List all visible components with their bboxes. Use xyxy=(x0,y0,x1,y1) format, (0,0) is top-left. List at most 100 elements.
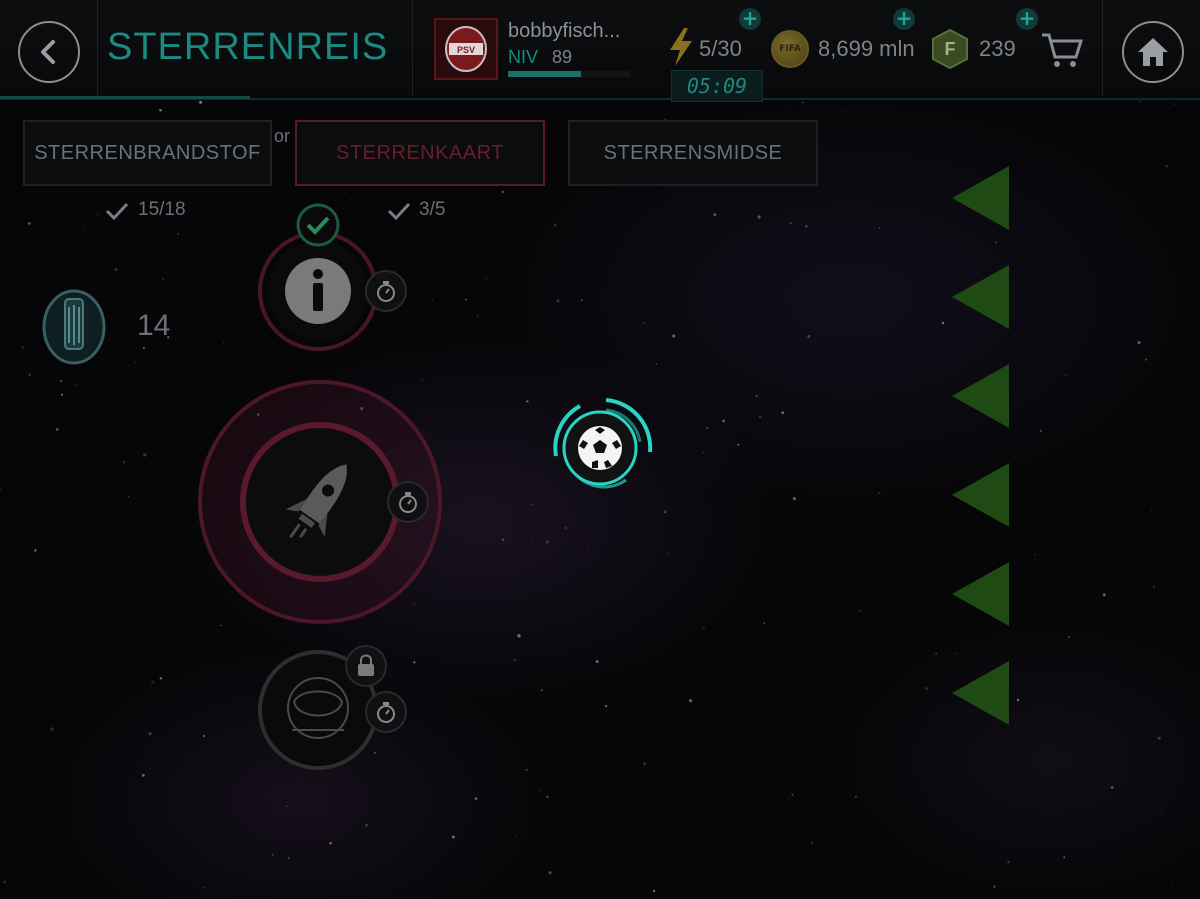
star xyxy=(706,427,709,429)
star xyxy=(788,797,790,799)
star xyxy=(545,540,550,544)
star xyxy=(151,680,155,684)
star xyxy=(564,526,567,530)
star xyxy=(941,321,945,325)
star xyxy=(713,213,717,216)
star xyxy=(859,609,862,612)
header-divider xyxy=(97,0,98,96)
sterrenkaart-progress: 3/5 xyxy=(419,199,446,220)
star xyxy=(319,863,321,865)
star xyxy=(1171,885,1174,887)
star xyxy=(993,885,996,888)
star xyxy=(1067,636,1070,638)
star xyxy=(595,660,599,663)
energy-timer: 05:09 xyxy=(671,70,763,102)
star xyxy=(451,835,455,839)
tab-sterrenbrandstof[interactable]: STERRENBRANDSTOF xyxy=(23,120,272,186)
star xyxy=(1153,585,1155,588)
energy-count: 5/30 xyxy=(699,36,742,61)
star xyxy=(365,824,368,827)
star xyxy=(33,549,37,552)
star xyxy=(28,373,31,377)
star xyxy=(789,221,792,225)
star xyxy=(127,495,130,498)
star xyxy=(935,653,937,655)
stopwatch-icon xyxy=(387,481,429,523)
tab-sterrenkaart[interactable]: STERRENKAART xyxy=(295,120,545,186)
star xyxy=(781,411,785,415)
star xyxy=(807,334,811,338)
star xyxy=(844,111,846,113)
star xyxy=(61,393,64,396)
star xyxy=(792,497,796,501)
star xyxy=(501,538,505,541)
star xyxy=(869,355,871,357)
star xyxy=(21,346,25,349)
star xyxy=(526,400,529,403)
star xyxy=(731,406,733,408)
star xyxy=(791,794,794,796)
star xyxy=(643,762,646,766)
star xyxy=(159,108,162,112)
star xyxy=(464,298,467,301)
star xyxy=(643,322,646,324)
home-button[interactable] xyxy=(1122,21,1184,83)
star xyxy=(203,886,206,889)
side-arrow-strip[interactable] xyxy=(950,166,1012,728)
back-arrow-icon xyxy=(41,40,55,64)
stopwatch-icon xyxy=(365,691,407,733)
star xyxy=(1161,813,1163,815)
star xyxy=(97,214,99,216)
star xyxy=(1007,861,1010,864)
left-arrow-icon xyxy=(952,463,1009,527)
rocket-node[interactable] xyxy=(196,378,446,628)
star xyxy=(811,841,813,844)
star xyxy=(1072,553,1074,555)
star xyxy=(0,488,2,491)
header-divider xyxy=(412,0,413,96)
stopwatch-icon xyxy=(365,270,407,312)
star xyxy=(514,834,517,837)
star xyxy=(1145,358,1148,361)
add-points-button[interactable]: + xyxy=(1016,8,1038,30)
coins-balance: 8,699 mln xyxy=(818,36,915,61)
locked-helmet-node[interactable] xyxy=(252,640,422,780)
star xyxy=(202,734,206,738)
star xyxy=(757,215,761,219)
star xyxy=(271,854,274,856)
star xyxy=(546,795,549,799)
star xyxy=(476,315,479,318)
tab-sterrensmidse[interactable]: STERRENSMIDSE xyxy=(568,120,818,186)
star xyxy=(663,510,667,514)
psv-crest-icon: PSV xyxy=(445,26,487,72)
back-button[interactable] xyxy=(18,21,80,83)
star xyxy=(556,299,560,303)
star xyxy=(1174,103,1176,105)
star xyxy=(431,299,434,301)
top-bar: STERRENREIS PSV bobbyfisch... NIV 89 5/3… xyxy=(0,0,1200,100)
star xyxy=(763,622,766,624)
star xyxy=(15,295,17,297)
level-label: NIV xyxy=(508,47,539,67)
star xyxy=(143,453,147,457)
star xyxy=(476,326,478,328)
star xyxy=(352,897,354,899)
star xyxy=(1110,786,1114,789)
soccer-ball-icon xyxy=(578,426,622,470)
cart-icon[interactable] xyxy=(1040,30,1084,70)
header-divider xyxy=(1102,0,1103,96)
loading-spinner xyxy=(553,398,653,489)
left-arrow-icon xyxy=(952,364,1009,428)
star xyxy=(1150,510,1152,512)
fifa-points-icon: F xyxy=(932,28,968,70)
star xyxy=(76,383,78,385)
svg-text:F: F xyxy=(945,39,956,59)
star xyxy=(1016,698,1020,702)
club-badge[interactable]: PSV xyxy=(434,18,498,80)
add-energy-button[interactable]: + xyxy=(739,8,761,30)
star xyxy=(525,768,528,771)
star xyxy=(548,871,552,875)
add-coins-button[interactable]: + xyxy=(893,8,915,30)
info-node[interactable] xyxy=(256,203,416,353)
level-value: 89 xyxy=(552,47,573,67)
